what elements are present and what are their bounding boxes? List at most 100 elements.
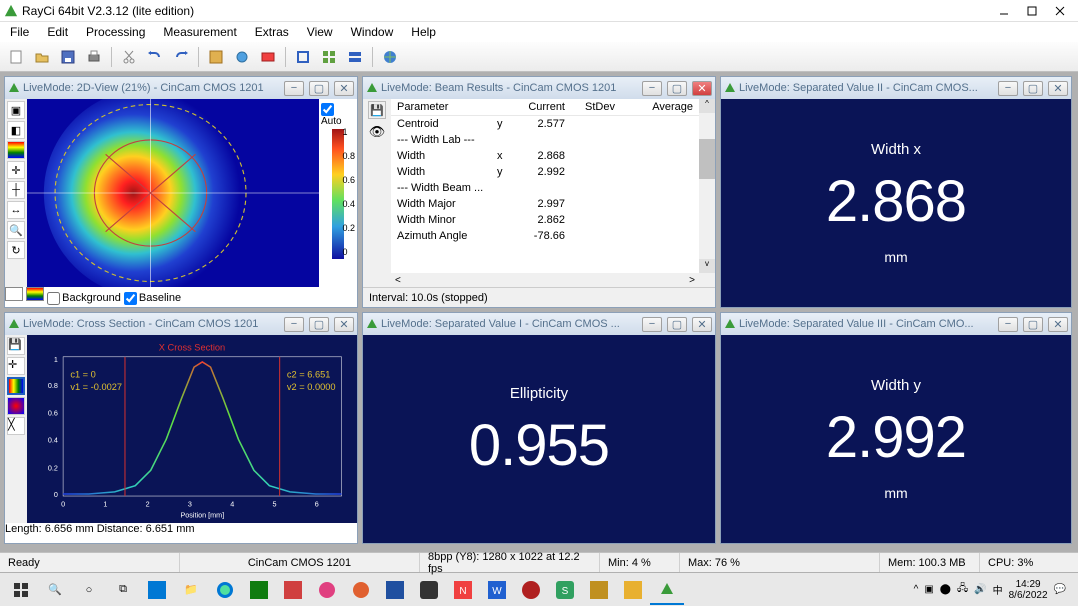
tray-icon[interactable]: ▣ <box>924 584 933 595</box>
tool-a[interactable] <box>204 45 228 69</box>
taskbar-app[interactable]: N <box>446 575 480 605</box>
tool-d[interactable] <box>291 45 315 69</box>
taskbar-app[interactable] <box>378 575 412 605</box>
menu-window[interactable]: Window <box>343 23 402 41</box>
subwindow-titlebar[interactable]: LiveMode: Separated Value I - CinCam CMO… <box>363 313 715 335</box>
minimize-button[interactable] <box>990 0 1018 22</box>
open-button[interactable] <box>30 45 54 69</box>
tray-volume-icon[interactable]: 🔊 <box>974 584 986 595</box>
subwin-max[interactable]: ▢ <box>1023 317 1043 332</box>
subwin-min[interactable]: − <box>284 81 304 96</box>
tool-c[interactable] <box>256 45 280 69</box>
taskbar-app[interactable] <box>514 575 548 605</box>
footer-tool-b[interactable] <box>26 287 44 301</box>
menu-edit[interactable]: Edit <box>39 23 76 41</box>
menu-file[interactable]: File <box>2 23 37 41</box>
subwin-min[interactable]: − <box>642 317 662 332</box>
subwin-min[interactable]: − <box>284 317 304 332</box>
tool-target[interactable]: ✛ <box>7 161 25 179</box>
menu-extras[interactable]: Extras <box>247 23 297 41</box>
subwin-close[interactable]: ✕ <box>334 317 354 332</box>
xtool-target[interactable]: ✛ <box>7 357 25 375</box>
subwindow-titlebar[interactable]: LiveMode: Cross Section - CinCam CMOS 12… <box>5 313 357 335</box>
print-button[interactable] <box>82 45 106 69</box>
tool-crosshair[interactable]: ┼ <box>7 181 25 199</box>
clock[interactable]: 14:29 8/6/2022 <box>1009 579 1048 601</box>
start-button[interactable] <box>4 575 38 605</box>
taskbar-app[interactable]: S <box>548 575 582 605</box>
tool-e[interactable] <box>317 45 341 69</box>
tool-roi[interactable]: ◧ <box>7 121 25 139</box>
br-eye-icon[interactable]: 👁 <box>368 123 386 141</box>
taskbar-app[interactable] <box>616 575 650 605</box>
taskbar-explorer[interactable]: 📁 <box>174 575 208 605</box>
taskbar-app[interactable]: W <box>480 575 514 605</box>
tool-zoom[interactable]: 🔍 <box>7 221 25 239</box>
xsection-plot[interactable]: X Cross Section c1 = 0 v1 = -0.0027 c2 =… <box>27 335 357 523</box>
subwin-close[interactable]: ✕ <box>334 81 354 96</box>
subwin-max[interactable]: ▢ <box>309 317 329 332</box>
cut-button[interactable] <box>117 45 141 69</box>
taskview-button[interactable]: ⧉ <box>106 575 140 605</box>
subwindow-titlebar[interactable]: LiveMode: Separated Value II - CinCam CM… <box>721 77 1071 99</box>
tool-pointer[interactable]: ▣ <box>7 101 25 119</box>
vertical-scrollbar[interactable]: ^ v <box>699 99 715 287</box>
search-button[interactable]: 🔍 <box>38 575 72 605</box>
taskbar-edge[interactable] <box>208 575 242 605</box>
close-button[interactable] <box>1046 0 1074 22</box>
taskbar-app[interactable] <box>310 575 344 605</box>
view2d-plot[interactable] <box>27 99 319 287</box>
subwindow-titlebar[interactable]: LiveMode: Separated Value III - CinCam C… <box>721 313 1071 335</box>
tool-color[interactable] <box>7 141 25 159</box>
subwin-close[interactable]: ✕ <box>1048 81 1068 96</box>
new-button[interactable] <box>4 45 28 69</box>
subwin-max[interactable]: ▢ <box>1023 81 1043 96</box>
subwindow-titlebar[interactable]: LiveMode: Beam Results - CinCam CMOS 120… <box>363 77 715 99</box>
tray-icon[interactable]: ⬤ <box>940 584 951 595</box>
subwin-min[interactable]: − <box>998 81 1018 96</box>
auto-checkbox[interactable] <box>321 103 334 116</box>
menu-help[interactable]: Help <box>403 23 444 41</box>
undo-button[interactable] <box>143 45 167 69</box>
menu-measurement[interactable]: Measurement <box>155 23 244 41</box>
notifications-icon[interactable]: 💬 <box>1054 584 1066 595</box>
br-save-icon[interactable]: 💾 <box>368 101 386 119</box>
menu-view[interactable]: View <box>299 23 341 41</box>
tool-globe[interactable] <box>378 45 402 69</box>
subwin-min[interactable]: − <box>642 81 662 96</box>
background-checkbox[interactable] <box>47 292 60 305</box>
subwindow-titlebar[interactable]: LiveMode: 2D-View (21%) - CinCam CMOS 12… <box>5 77 357 99</box>
taskbar-app[interactable] <box>242 575 276 605</box>
maximize-button[interactable] <box>1018 0 1046 22</box>
taskbar-app[interactable] <box>344 575 378 605</box>
taskbar-app[interactable] <box>140 575 174 605</box>
xtool-color-a[interactable] <box>7 377 25 395</box>
subwin-close[interactable]: ✕ <box>1048 317 1068 332</box>
taskbar-app[interactable] <box>582 575 616 605</box>
tray-ime-icon[interactable]: 中 <box>993 582 1003 597</box>
tool-f[interactable] <box>343 45 367 69</box>
tool-pan[interactable]: ↔ <box>7 201 25 219</box>
taskbar-app-rayci[interactable] <box>650 575 684 605</box>
save-button[interactable] <box>56 45 80 69</box>
subwin-min[interactable]: − <box>998 317 1018 332</box>
footer-tool-a[interactable] <box>5 287 23 301</box>
subwin-max[interactable]: ▢ <box>309 81 329 96</box>
tray-chevron-icon[interactable]: ^ <box>914 584 919 595</box>
menu-processing[interactable]: Processing <box>78 23 153 41</box>
subwin-close[interactable]: ✕ <box>692 81 712 96</box>
tool-reset[interactable]: ↻ <box>7 241 25 259</box>
xtool-color-b[interactable] <box>7 397 25 415</box>
subwin-close[interactable]: ✕ <box>692 317 712 332</box>
taskbar-app[interactable] <box>412 575 446 605</box>
subwin-max[interactable]: ▢ <box>667 317 687 332</box>
taskbar-app[interactable] <box>276 575 310 605</box>
cortana-button[interactable]: ○ <box>72 575 106 605</box>
tool-b[interactable] <box>230 45 254 69</box>
baseline-checkbox[interactable] <box>124 292 137 305</box>
xtool-cross[interactable]: ╳ <box>7 417 25 435</box>
tray-network-icon[interactable]: 🖧 <box>957 581 968 598</box>
beam-results-table[interactable]: Parameter Current StDev Average Centroid… <box>391 99 699 287</box>
subwin-max[interactable]: ▢ <box>667 81 687 96</box>
xtool-save[interactable]: 💾 <box>7 337 25 355</box>
